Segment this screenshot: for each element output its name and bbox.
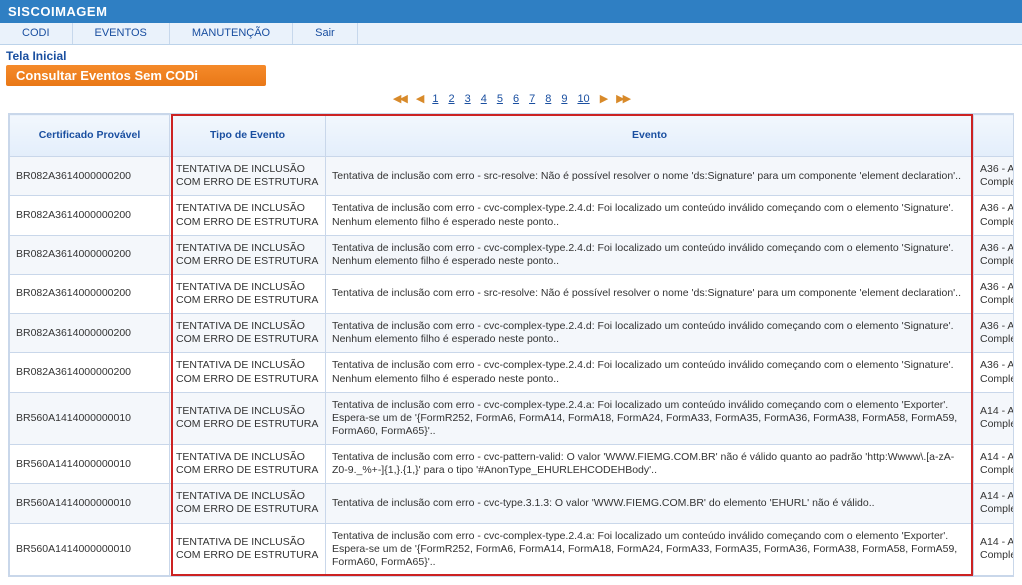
cell-tipo: TENTATIVA DE INCLUSÃO COM ERRO DE ESTRUT… <box>170 392 326 444</box>
table-row[interactable]: BR082A3614000000200TENTATIVA DE INCLUSÃO… <box>10 314 1015 353</box>
cell-extra: A14 - Aco Compleme <box>974 484 1015 523</box>
cell-cert: BR082A3614000000200 <box>10 196 170 235</box>
pager-page-6[interactable]: 6 <box>513 93 519 105</box>
cell-evento: Tentativa de inclusão com erro - cvc-pat… <box>326 445 974 484</box>
th-extra[interactable]: A <box>974 115 1015 157</box>
cell-extra: A36 - Aco Compleme <box>974 314 1015 353</box>
table-row[interactable]: BR082A3614000000200TENTATIVA DE INCLUSÃO… <box>10 353 1015 392</box>
cell-cert: BR560A1414000000010 <box>10 445 170 484</box>
cell-cert: BR082A3614000000200 <box>10 235 170 274</box>
pager-page-1[interactable]: 1 <box>432 93 438 105</box>
cell-tipo: TENTATIVA DE INCLUSÃO COM ERRO DE ESTRUT… <box>170 274 326 313</box>
pager-first-icon[interactable]: ◀◀ <box>393 92 406 105</box>
cell-evento: Tentativa de inclusão com erro - cvc-com… <box>326 353 974 392</box>
content: ◀◀ ◀ 1 2 3 4 5 6 7 8 9 10 ▶ ▶▶ Certifica… <box>0 92 1022 585</box>
cell-extra: A14 - Aco Compleme <box>974 392 1015 444</box>
cell-extra: A36 - Aco Compleme <box>974 274 1015 313</box>
table-row[interactable]: BR560A1414000000010TENTATIVA DE INCLUSÃO… <box>10 445 1015 484</box>
cell-tipo: TENTATIVA DE INCLUSÃO COM ERRO DE ESTRUT… <box>170 157 326 196</box>
cell-extra: A36 - Aco Compleme <box>974 157 1015 196</box>
th-certificado[interactable]: Certificado Provável <box>10 115 170 157</box>
th-tipo[interactable]: Tipo de Evento <box>170 115 326 157</box>
breadcrumb[interactable]: Tela Inicial <box>6 49 66 63</box>
cell-extra: A14 - Aco Compleme <box>974 523 1015 575</box>
cell-cert: BR560A1414000000010 <box>10 523 170 575</box>
cell-tipo: TENTATIVA DE INCLUSÃO COM ERRO DE ESTRUT… <box>170 445 326 484</box>
cell-tipo: TENTATIVA DE INCLUSÃO COM ERRO DE ESTRUT… <box>170 314 326 353</box>
pager-page-2[interactable]: 2 <box>448 93 454 105</box>
cell-evento: Tentativa de inclusão com erro - src-res… <box>326 274 974 313</box>
cell-cert: BR082A3614000000200 <box>10 157 170 196</box>
pager-page-7[interactable]: 7 <box>529 93 535 105</box>
menu-codi[interactable]: CODI <box>0 23 73 44</box>
cell-evento: Tentativa de inclusão com erro - cvc-com… <box>326 392 974 444</box>
menu-sair[interactable]: Sair <box>293 23 358 44</box>
table-row[interactable]: BR082A3614000000200TENTATIVA DE INCLUSÃO… <box>10 274 1015 313</box>
cell-cert: BR560A1414000000010 <box>10 392 170 444</box>
cell-extra: A36 - Aco Compleme <box>974 353 1015 392</box>
cell-tipo: TENTATIVA DE INCLUSÃO COM ERRO DE ESTRUT… <box>170 484 326 523</box>
cell-evento: Tentativa de inclusão com erro - cvc-com… <box>326 235 974 274</box>
cell-extra: A14 - Aco Compleme <box>974 445 1015 484</box>
pager: ◀◀ ◀ 1 2 3 4 5 6 7 8 9 10 ▶ ▶▶ <box>8 92 1014 105</box>
table-row[interactable]: BR082A3614000000200TENTATIVA DE INCLUSÃO… <box>10 235 1015 274</box>
cell-evento: Tentativa de inclusão com erro - cvc-com… <box>326 314 974 353</box>
cell-tipo: TENTATIVA DE INCLUSÃO COM ERRO DE ESTRUT… <box>170 353 326 392</box>
table-row[interactable]: BR560A1414000000010TENTATIVA DE INCLUSÃO… <box>10 392 1015 444</box>
pager-last-icon[interactable]: ▶▶ <box>616 92 629 105</box>
cell-evento: Tentativa de inclusão com erro - cvc-com… <box>326 196 974 235</box>
table-wrap: Certificado Provável Tipo de Evento Even… <box>8 113 1014 577</box>
cell-evento: Tentativa de inclusão com erro - cvc-com… <box>326 523 974 575</box>
cell-tipo: TENTATIVA DE INCLUSÃO COM ERRO DE ESTRUT… <box>170 523 326 575</box>
breadcrumb-wrap: Tela Inicial <box>0 45 1022 63</box>
cell-evento: Tentativa de inclusão com erro - cvc-typ… <box>326 484 974 523</box>
cell-cert: BR082A3614000000200 <box>10 274 170 313</box>
cell-evento: Tentativa de inclusão com erro - src-res… <box>326 157 974 196</box>
cell-tipo: TENTATIVA DE INCLUSÃO COM ERRO DE ESTRUT… <box>170 235 326 274</box>
table-row[interactable]: BR082A3614000000200TENTATIVA DE INCLUSÃO… <box>10 196 1015 235</box>
pager-page-8[interactable]: 8 <box>545 93 551 105</box>
cell-cert: BR082A3614000000200 <box>10 353 170 392</box>
app-title: SISCOIMAGEM <box>0 0 1022 23</box>
table-row[interactable]: BR560A1414000000010TENTATIVA DE INCLUSÃO… <box>10 484 1015 523</box>
pager-next-icon[interactable]: ▶ <box>600 92 606 105</box>
cell-tipo: TENTATIVA DE INCLUSÃO COM ERRO DE ESTRUT… <box>170 196 326 235</box>
cell-extra: A36 - Aco Compleme <box>974 196 1015 235</box>
pager-page-3[interactable]: 3 <box>465 93 471 105</box>
menu-manutencao[interactable]: MANUTENÇÃO <box>170 23 293 44</box>
th-evento[interactable]: Evento <box>326 115 974 157</box>
pager-page-5[interactable]: 5 <box>497 93 503 105</box>
menubar: CODI EVENTOS MANUTENÇÃO Sair <box>0 23 1022 45</box>
pager-page-10[interactable]: 10 <box>577 93 589 105</box>
pager-prev-icon[interactable]: ◀ <box>416 92 422 105</box>
menu-eventos[interactable]: EVENTOS <box>73 23 170 44</box>
cell-cert: BR082A3614000000200 <box>10 314 170 353</box>
pager-page-4[interactable]: 4 <box>481 93 487 105</box>
table-row[interactable]: BR082A3614000000200TENTATIVA DE INCLUSÃO… <box>10 157 1015 196</box>
page-title: Consultar Eventos Sem CODi <box>6 65 266 86</box>
events-table: Certificado Provável Tipo de Evento Even… <box>9 114 1014 576</box>
pager-page-9[interactable]: 9 <box>561 93 567 105</box>
cell-extra: A36 - Aco Compleme <box>974 235 1015 274</box>
cell-cert: BR560A1414000000010 <box>10 484 170 523</box>
table-row[interactable]: BR560A1414000000010TENTATIVA DE INCLUSÃO… <box>10 523 1015 575</box>
